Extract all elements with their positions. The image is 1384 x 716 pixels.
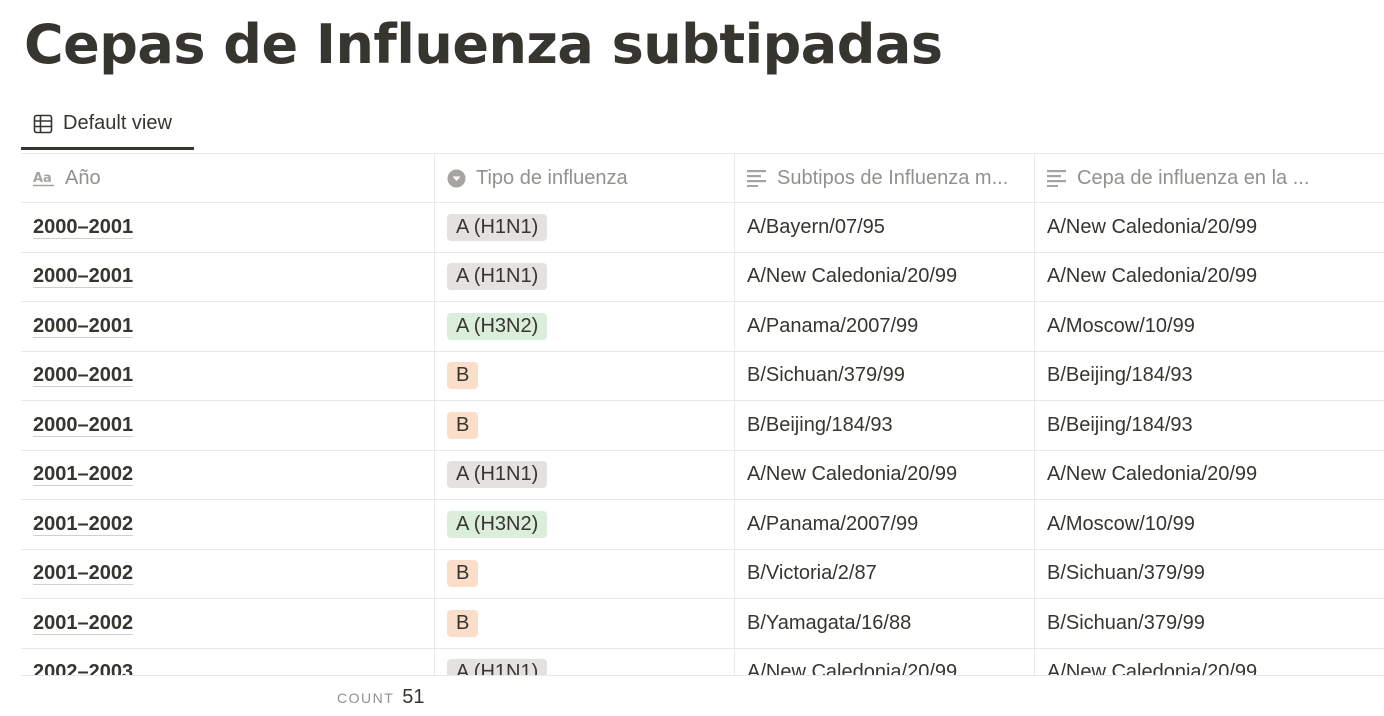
cell-strain[interactable]: A/New Caledonia/20/99 xyxy=(1035,649,1384,675)
column-header-tipo[interactable]: Tipo de influenza xyxy=(435,154,735,202)
count-label: COUNT xyxy=(337,690,395,706)
cell-type[interactable]: A (H1N1) xyxy=(435,252,735,301)
svg-text:Aa: Aa xyxy=(33,171,52,186)
cell-strain[interactable]: A/Moscow/10/99 xyxy=(1035,302,1384,351)
table-row[interactable]: 2000–2001 A (H1N1) A/Bayern/07/95 A/New … xyxy=(21,203,1384,253)
year-link[interactable]: 2000–2001 xyxy=(33,364,134,388)
year-link[interactable]: 2001–2002 xyxy=(33,463,134,487)
type-tag: A (H3N2) xyxy=(447,510,548,538)
cell-strain[interactable]: A/New Caledonia/20/99 xyxy=(1035,451,1384,500)
column-header-subtipos[interactable]: Subtipos de Influenza m... xyxy=(735,154,1035,202)
table-row[interactable]: 2000–2001 B B/Beijing/184/93 B/Beijing/1… xyxy=(21,401,1384,451)
table-header: Aa Año Tipo de influenza Subtipos de Inf… xyxy=(21,154,1384,203)
cell-year[interactable]: 2000–2001 xyxy=(21,302,435,351)
year-link[interactable]: 2000–2001 xyxy=(33,414,134,437)
cell-type[interactable]: A (H1N1) xyxy=(435,648,735,675)
year-link[interactable]: 2001–2002 xyxy=(33,562,134,586)
column-label: Subtipos de Influenza m... xyxy=(777,166,1009,189)
cell-year[interactable]: 2002–2003 xyxy=(21,648,435,675)
cell-strain[interactable]: B/Sichuan/379/99 xyxy=(1035,550,1384,599)
table-icon xyxy=(33,114,53,133)
year-link[interactable]: 2000–2001 xyxy=(33,265,134,289)
column-header-cepa[interactable]: Cepa de influenza en la ... xyxy=(1035,154,1384,202)
year-link[interactable]: 2000–2001 xyxy=(33,216,134,239)
table-row[interactable]: 2000–2001 B B/Sichuan/379/99 B/Beijing/1… xyxy=(21,351,1384,401)
cell-year[interactable]: 2000–2001 xyxy=(21,351,435,400)
cell-subtype[interactable]: B/Sichuan/379/99 xyxy=(735,351,1035,400)
year-link[interactable]: 2000–2001 xyxy=(33,315,134,338)
cell-subtype[interactable]: B/Beijing/184/93 xyxy=(735,401,1035,450)
cell-strain[interactable]: A/New Caledonia/20/99 xyxy=(1035,203,1384,252)
cell-year[interactable]: 2001–2002 xyxy=(21,549,435,598)
type-tag: B xyxy=(447,560,479,588)
cell-year[interactable]: 2000–2001 xyxy=(21,252,435,301)
table-row[interactable]: 2001–2002 B B/Victoria/2/87 B/Sichuan/37… xyxy=(21,549,1384,599)
count-value: 51 xyxy=(402,686,425,708)
cell-year[interactable]: 2000–2001 xyxy=(21,401,435,450)
cell-type[interactable]: A (H3N2) xyxy=(435,500,735,549)
cell-strain[interactable]: B/Beijing/184/93 xyxy=(1035,352,1384,401)
cell-type[interactable]: B xyxy=(435,549,735,598)
cell-subtype[interactable]: A/Panama/2007/99 xyxy=(735,500,1035,549)
cell-subtype[interactable]: A/New Caledonia/20/99 xyxy=(735,252,1035,301)
page-title: Cepas de Influenza subtipadas xyxy=(24,13,943,76)
type-tag: A (H3N2) xyxy=(447,312,548,340)
type-tag: A (H1N1) xyxy=(447,263,548,291)
title-aa-icon: Aa xyxy=(33,171,54,187)
select-chevron-icon xyxy=(447,169,466,187)
cell-subtype[interactable]: A/New Caledonia/20/99 xyxy=(735,450,1035,499)
column-header-ano[interactable]: Aa Año xyxy=(21,154,435,202)
cell-subtype[interactable]: A/New Caledonia/20/99 xyxy=(735,648,1035,675)
type-tag: A (H1N1) xyxy=(447,461,548,489)
database-table: Aa Año Tipo de influenza Subtipos de Inf… xyxy=(21,154,1384,675)
table-row[interactable]: 2002–2003 A (H1N1) A/New Caledonia/20/99… xyxy=(21,648,1384,675)
cell-type[interactable]: B xyxy=(435,599,735,648)
table-row[interactable]: 2001–2002 B B/Yamagata/16/88 B/Sichuan/3… xyxy=(21,599,1384,649)
cell-subtype[interactable]: B/Yamagata/16/88 xyxy=(735,599,1035,648)
cell-type[interactable]: A (H1N1) xyxy=(435,203,735,252)
table-row[interactable]: 2001–2002 A (H1N1) A/New Caledonia/20/99… xyxy=(21,450,1384,500)
cell-type[interactable]: A (H1N1) xyxy=(435,450,735,499)
table-row[interactable]: 2000–2001 A (H3N2) A/Panama/2007/99 A/Mo… xyxy=(21,302,1384,352)
type-tag: A (H1N1) xyxy=(447,659,548,675)
cell-subtype[interactable]: B/Victoria/2/87 xyxy=(735,549,1035,598)
tab-label: Default view xyxy=(63,112,172,134)
year-link[interactable]: 2001–2002 xyxy=(33,612,134,635)
tab-default-view[interactable]: Default view xyxy=(21,100,194,150)
cell-subtype[interactable]: A/Panama/2007/99 xyxy=(735,302,1035,351)
type-tag: B xyxy=(447,362,479,390)
cell-type[interactable]: A (H3N2) xyxy=(435,302,735,351)
type-tag: B xyxy=(447,609,479,637)
cell-strain[interactable]: A/New Caledonia/20/99 xyxy=(1035,253,1384,302)
cell-year[interactable]: 2001–2002 xyxy=(21,500,435,549)
cell-type[interactable]: B xyxy=(435,351,735,400)
type-tag: A (H1N1) xyxy=(447,213,548,241)
column-label: Cepa de influenza en la ... xyxy=(1077,166,1310,189)
text-lines-icon xyxy=(1047,170,1066,187)
cell-type[interactable]: B xyxy=(435,401,735,450)
text-lines-icon xyxy=(747,170,766,187)
year-link[interactable]: 2002–2003 xyxy=(33,661,133,675)
cell-strain[interactable]: B/Sichuan/379/99 xyxy=(1035,599,1384,648)
cell-strain[interactable]: A/Moscow/10/99 xyxy=(1035,500,1384,549)
column-label: Año xyxy=(65,166,101,189)
cell-year[interactable]: 2000–2001 xyxy=(21,203,435,252)
table-row[interactable]: 2001–2002 A (H3N2) A/Panama/2007/99 A/Mo… xyxy=(21,500,1384,550)
count-calculation[interactable]: COUNT 51 xyxy=(337,686,425,709)
cell-year[interactable]: 2001–2002 xyxy=(21,450,435,499)
cell-year[interactable]: 2001–2002 xyxy=(21,599,435,648)
year-link[interactable]: 2001–2002 xyxy=(33,513,134,536)
type-tag: B xyxy=(447,411,479,439)
column-label: Tipo de influenza xyxy=(476,166,628,189)
table-row[interactable]: 2000–2001 A (H1N1) A/New Caledonia/20/99… xyxy=(21,252,1384,302)
table-footer: COUNT 51 xyxy=(21,675,1384,716)
cell-strain[interactable]: B/Beijing/184/93 xyxy=(1035,401,1384,450)
cell-subtype[interactable]: A/Bayern/07/95 xyxy=(735,203,1035,252)
